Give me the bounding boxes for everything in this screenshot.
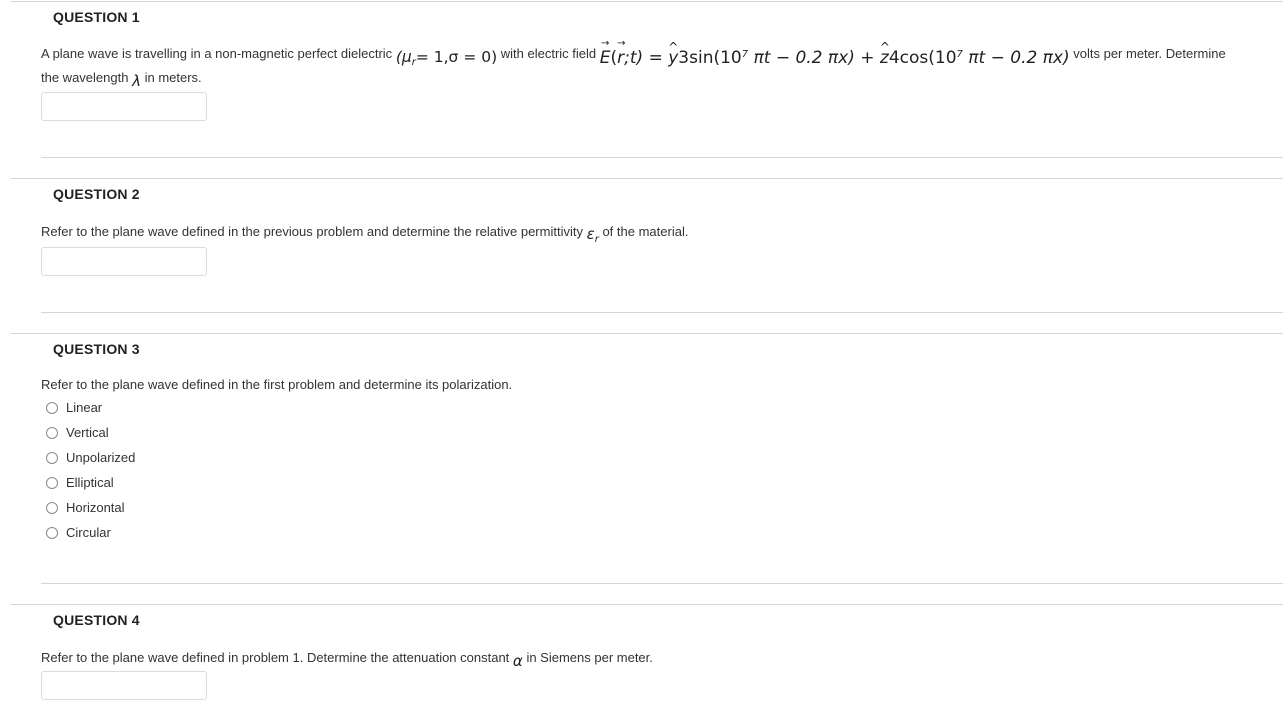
radio-button[interactable]: [46, 526, 58, 539]
radio-button[interactable]: [46, 501, 58, 514]
option-circular[interactable]: Circular: [46, 525, 111, 540]
question-3-bottom-divider: [41, 583, 1283, 584]
option-horizontal[interactable]: Horizontal: [46, 500, 125, 515]
option-elliptical[interactable]: Elliptical: [46, 475, 114, 490]
radio-button[interactable]: [46, 401, 58, 414]
question-4-title: QUESTION 4: [53, 612, 140, 628]
question-4-answer-input[interactable]: [41, 671, 207, 700]
question-2-text: Refer to the plane wave defined in the p…: [41, 224, 689, 245]
top-divider: [11, 1, 1283, 2]
question-1-text-line2: the wavelength λ in meters.: [41, 70, 202, 90]
lambda-symbol: λ: [132, 72, 141, 90]
question-1-bottom-divider: [41, 157, 1283, 158]
q1-text-c: volts per meter. Determine: [1073, 46, 1226, 61]
question-3-top-divider: [11, 333, 1283, 334]
question-4-top-divider: [11, 604, 1283, 605]
option-linear[interactable]: Linear: [46, 400, 102, 415]
question-1-title: QUESTION 1: [53, 9, 140, 25]
question-4-text: Refer to the plane wave defined in probl…: [41, 650, 653, 670]
q1-text-b: with electric field: [500, 46, 597, 61]
q1-field-equation: E(r;t) = y3sin(107 πt − 0.2 πx) + z4cos(…: [600, 38, 1070, 68]
question-2-top-divider: [11, 178, 1283, 179]
question-1-text-line1: A plane wave is travelling in a non-magn…: [41, 38, 1226, 68]
radio-button[interactable]: [46, 476, 58, 489]
q1-parameters: (μr= 1,σ = 0): [395, 48, 498, 68]
q1-text-a: A plane wave is travelling in a non-magn…: [41, 46, 393, 61]
option-vertical[interactable]: Vertical: [46, 425, 109, 440]
question-2-bottom-divider: [41, 312, 1283, 313]
question-1-answer-input[interactable]: [41, 92, 207, 121]
option-unpolarized[interactable]: Unpolarized: [46, 450, 135, 465]
radio-button[interactable]: [46, 426, 58, 439]
question-2-title: QUESTION 2: [53, 186, 140, 202]
epsilon-symbol: εr: [586, 225, 599, 245]
alpha-symbol: α: [512, 652, 523, 670]
radio-button[interactable]: [46, 451, 58, 464]
question-3-title: QUESTION 3: [53, 341, 140, 357]
question-3-text: Refer to the plane wave defined in the f…: [41, 377, 513, 392]
question-2-answer-input[interactable]: [41, 247, 207, 276]
